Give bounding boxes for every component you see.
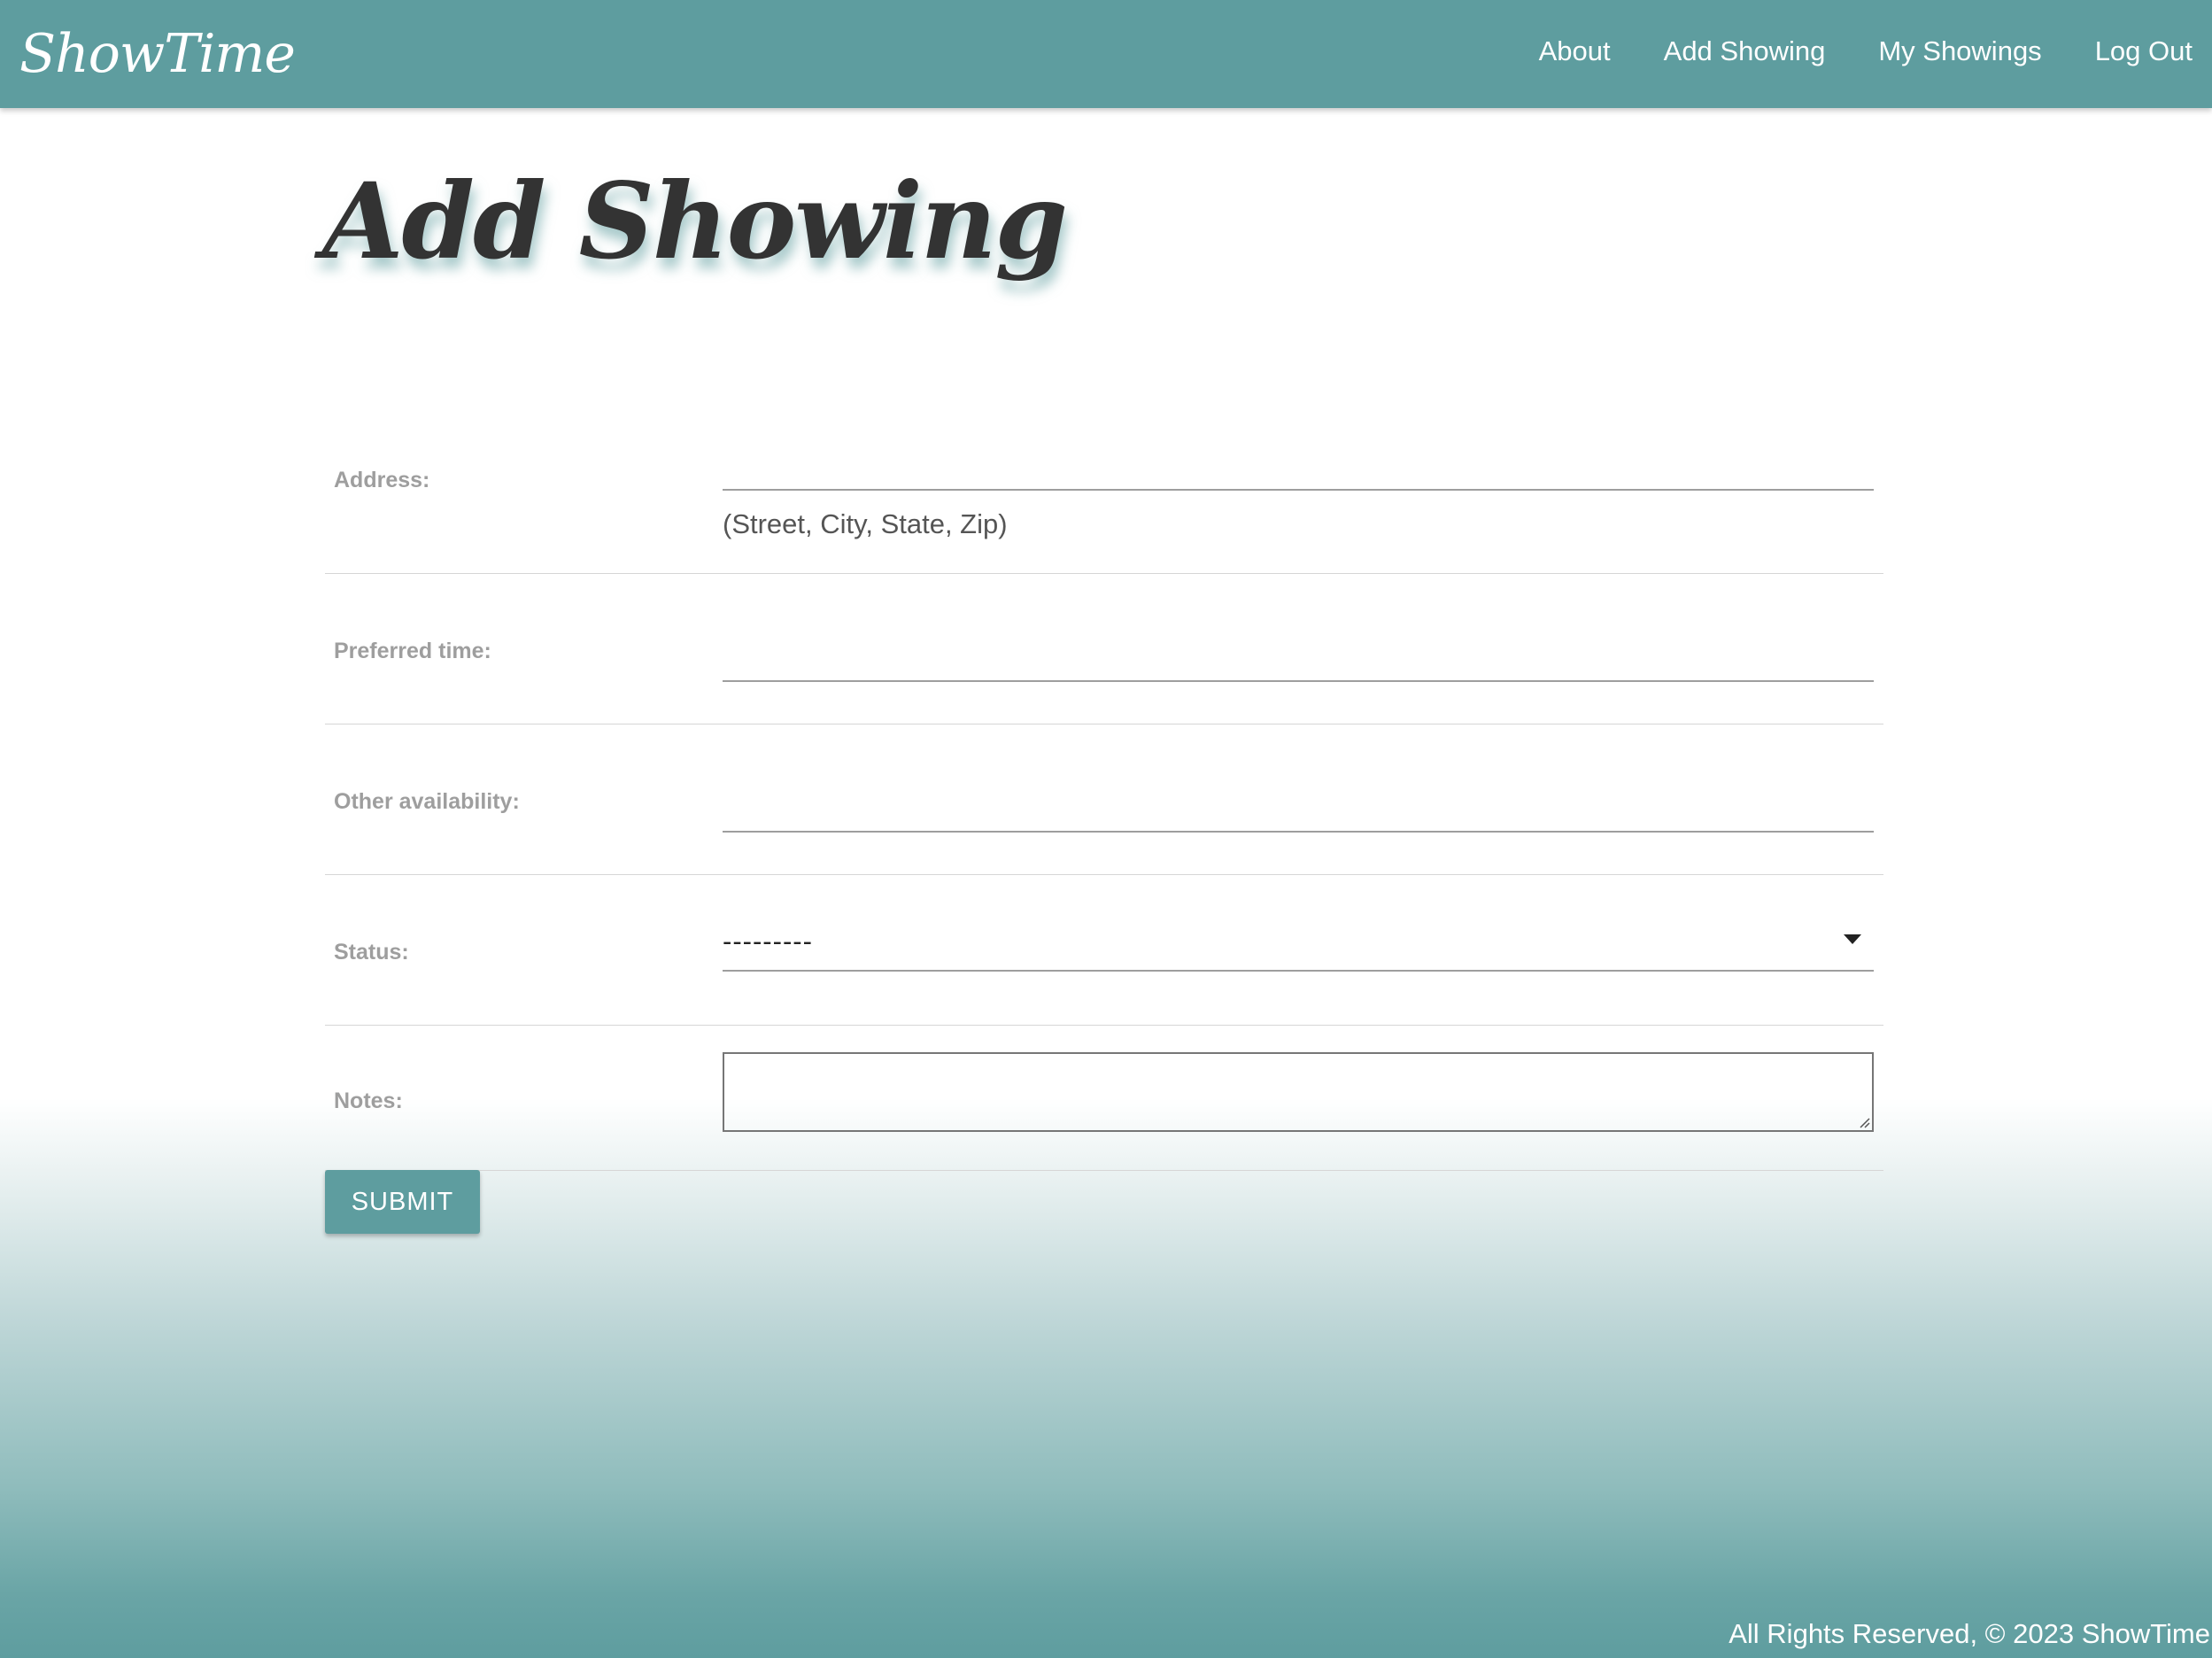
nav-link-add-showing[interactable]: Add Showing bbox=[1632, 0, 1847, 103]
form-row-notes: Notes: bbox=[325, 1026, 1883, 1171]
preferred-time-label: Preferred time: bbox=[334, 639, 491, 663]
brand-logo-link[interactable]: ShowTime bbox=[19, 5, 296, 103]
resize-handle-icon[interactable] bbox=[1858, 1116, 1870, 1128]
address-helptext: (Street, City, State, Zip) bbox=[723, 508, 1008, 539]
nav-links: About Add Showing My Showings Log Out bbox=[1507, 0, 2212, 103]
notes-textarea[interactable] bbox=[723, 1052, 1874, 1132]
other-availability-label: Other availability: bbox=[334, 789, 520, 814]
add-showing-form: Address: (Street, City, State, Zip) Pref… bbox=[325, 418, 1883, 1171]
nav-link-my-showings[interactable]: My Showings bbox=[1846, 0, 2062, 103]
submit-button[interactable]: SUBMIT bbox=[325, 1170, 480, 1234]
nav-link-log-out[interactable]: Log Out bbox=[2063, 0, 2212, 103]
address-label: Address: bbox=[334, 468, 430, 492]
notes-label: Notes: bbox=[334, 1089, 403, 1113]
address-input[interactable] bbox=[723, 438, 1874, 491]
preferred-time-input[interactable] bbox=[723, 629, 1874, 682]
form-row-preferred-time: Preferred time: bbox=[325, 574, 1883, 724]
status-label: Status: bbox=[334, 940, 409, 965]
other-availability-input[interactable] bbox=[723, 779, 1874, 833]
page-title: Add Showing bbox=[322, 159, 1068, 283]
footer-copyright: All Rights Reserved, © 2023 ShowTime bbox=[1729, 1618, 2210, 1649]
status-select[interactable]: --------- bbox=[723, 915, 1874, 972]
caret-down-icon bbox=[1844, 934, 1861, 944]
status-selected-value: --------- bbox=[723, 926, 813, 957]
form-row-other-availability: Other availability: bbox=[325, 724, 1883, 875]
nav-link-about[interactable]: About bbox=[1507, 0, 1632, 103]
navbar: ShowTime About Add Showing My Showings L… bbox=[0, 0, 2212, 108]
form-row-status: Status: --------- bbox=[325, 875, 1883, 1026]
form-row-address: Address: (Street, City, State, Zip) bbox=[325, 418, 1883, 574]
